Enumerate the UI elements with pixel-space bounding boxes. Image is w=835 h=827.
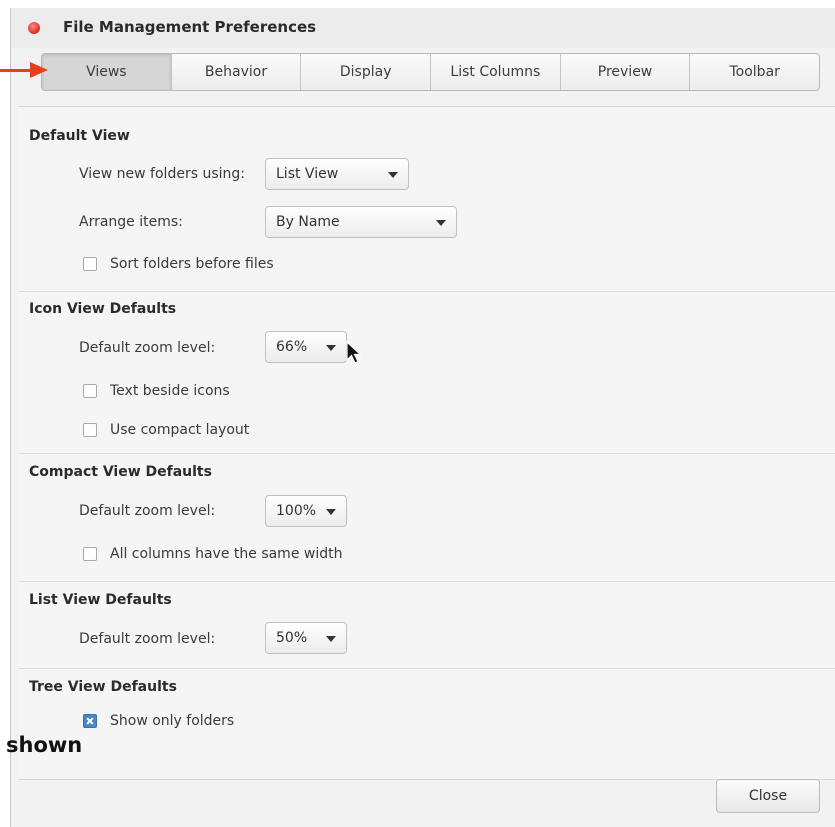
tab-toolbar[interactable]: Toolbar: [689, 54, 819, 90]
views-panel: Default View View new folders using: Lis…: [19, 106, 835, 780]
checkbox-box[interactable]: [83, 423, 97, 437]
show-only-folders-checkbox[interactable]: Show only folders: [83, 713, 234, 729]
default-view-section: Default View View new folders using: Lis…: [19, 107, 835, 292]
list-view-section: List View Defaults Default zoom level: 5…: [19, 581, 835, 669]
section-title: Default View: [29, 128, 130, 144]
section-title: Tree View Defaults: [29, 679, 177, 695]
arrange-items-label: Arrange items:: [79, 214, 183, 230]
checkbox-label: Show only folders: [110, 713, 235, 729]
section-title: List View Defaults: [29, 592, 172, 608]
tab-views[interactable]: Views: [42, 54, 171, 90]
tab-bar: Views Behavior Display List Columns Prev…: [41, 53, 820, 91]
checkbox-box[interactable]: [83, 384, 97, 398]
title-bar: File Management Preferences: [11, 8, 835, 48]
chevron-down-icon: [388, 172, 398, 178]
annotation-arrow-icon: [30, 62, 48, 78]
dropdown-value: 100%: [276, 503, 317, 519]
tab-behavior[interactable]: Behavior: [170, 54, 301, 90]
same-width-checkbox[interactable]: All columns have the same width: [83, 546, 342, 562]
arrange-items-dropdown[interactable]: By Name: [265, 206, 457, 238]
view-new-folders-dropdown[interactable]: List View: [265, 158, 409, 190]
preferences-window: File Management Preferences Views Behavi…: [10, 8, 835, 827]
tab-list-columns[interactable]: List Columns: [430, 54, 560, 90]
list-zoom-dropdown[interactable]: 50%: [265, 622, 347, 654]
compact-layout-checkbox[interactable]: Use compact layout: [83, 422, 249, 438]
mouse-cursor-icon: [346, 341, 363, 364]
close-button[interactable]: Close: [716, 779, 820, 813]
tree-view-section: Tree View Defaults Show only folders: [19, 668, 835, 779]
checkbox-box[interactable]: [83, 714, 97, 728]
tab-preview[interactable]: Preview: [559, 54, 690, 90]
checkbox-label: All columns have the same width: [110, 546, 343, 562]
compact-view-section: Compact View Defaults Default zoom level…: [19, 453, 835, 582]
sort-folders-checkbox[interactable]: Sort folders before files: [83, 256, 274, 272]
annotation-label: shown: [6, 733, 83, 757]
chevron-down-icon: [436, 220, 446, 226]
compact-zoom-dropdown[interactable]: 100%: [265, 495, 347, 527]
chevron-down-icon: [326, 636, 336, 642]
checkbox-box[interactable]: [83, 257, 97, 271]
compact-zoom-label: Default zoom level:: [79, 503, 216, 519]
list-zoom-label: Default zoom level:: [79, 631, 216, 647]
close-window-icon[interactable]: [28, 22, 40, 34]
dropdown-value: By Name: [276, 214, 340, 230]
text-beside-icons-checkbox[interactable]: Text beside icons: [83, 383, 230, 399]
icon-zoom-label: Default zoom level:: [79, 340, 216, 356]
chevron-down-icon: [326, 509, 336, 515]
checkbox-label: Text beside icons: [110, 383, 230, 399]
dropdown-value: 50%: [276, 630, 308, 646]
checkbox-label: Sort folders before files: [110, 256, 274, 272]
section-title: Icon View Defaults: [29, 301, 177, 317]
chevron-down-icon: [326, 345, 336, 351]
checkbox-box[interactable]: [83, 547, 97, 561]
dropdown-value: List View: [276, 166, 339, 182]
dropdown-value: 66%: [276, 339, 308, 355]
icon-view-section: Icon View Defaults Default zoom level: 6…: [19, 291, 835, 454]
section-title: Compact View Defaults: [29, 464, 212, 480]
window-title: File Management Preferences: [63, 18, 317, 36]
tab-display[interactable]: Display: [300, 54, 430, 90]
checkbox-label: Use compact layout: [110, 422, 250, 438]
icon-zoom-dropdown[interactable]: 66%: [265, 331, 347, 363]
view-new-folders-label: View new folders using:: [79, 166, 245, 182]
